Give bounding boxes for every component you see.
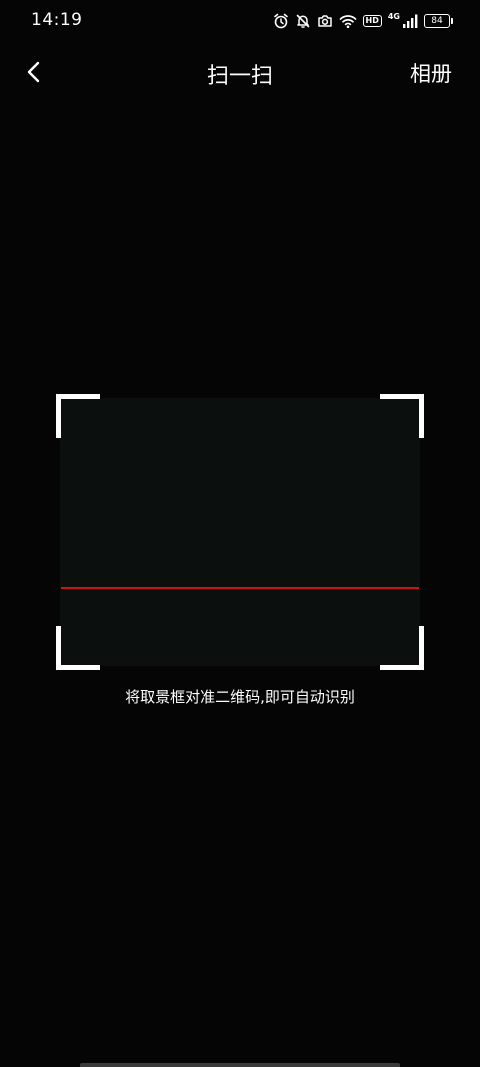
frame-corner-top-right (380, 394, 424, 438)
camera-icon (317, 13, 333, 29)
frame-corner-bottom-right (380, 626, 424, 670)
scan-line (61, 587, 419, 589)
battery-icon: 84 (424, 14, 453, 28)
camera-preview (60, 398, 420, 666)
hd-icon: HD (362, 15, 382, 27)
scan-screen: 14:19 HD 4G 84 扫一扫 相册 将取景框对准二维码,即可自动识别 (0, 0, 480, 1067)
frame-corner-top-left (56, 394, 100, 438)
scan-hint: 将取景框对准二维码,即可自动识别 (125, 688, 355, 706)
signal-icon (402, 13, 418, 29)
nav-bar: 扫一扫 相册 (0, 50, 480, 96)
scan-frame (56, 394, 424, 670)
status-bar: 14:19 HD 4G 84 (0, 0, 480, 40)
alarm-icon (273, 13, 289, 29)
wifi-icon (339, 13, 357, 29)
gesture-bar[interactable] (80, 1063, 400, 1067)
page-title: 扫一扫 (206, 64, 273, 89)
frame-corner-bottom-left (56, 626, 100, 670)
status-time: 14:19 (31, 10, 83, 30)
network-type: 4G (387, 11, 400, 21)
status-icons: HD 4G 84 (273, 11, 453, 31)
bell-off-icon (295, 13, 311, 29)
album-button[interactable]: 相册 (410, 58, 452, 88)
